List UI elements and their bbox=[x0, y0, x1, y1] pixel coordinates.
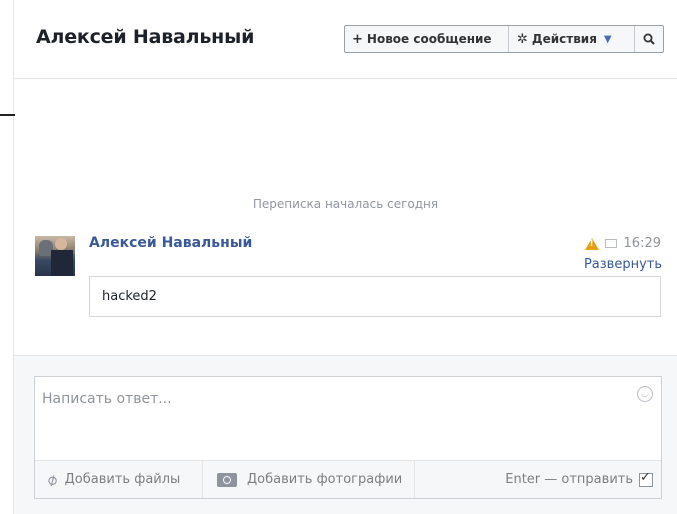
conversation-start-notice: Переписка началась сегодня bbox=[252, 197, 439, 211]
reply-input[interactable] bbox=[42, 387, 602, 411]
conversation-title: Алексей Навальный bbox=[36, 26, 255, 48]
smiley-icon[interactable]: ◡ bbox=[637, 386, 653, 402]
add-photos-button[interactable]: Добавить фотографии bbox=[203, 461, 415, 498]
warning-icon[interactable] bbox=[584, 237, 599, 250]
add-files-button[interactable]: ⌀ Добавить файлы bbox=[35, 461, 203, 498]
new-message-button[interactable]: + Новое сообщение bbox=[345, 26, 509, 52]
message-bubble: hacked2 bbox=[89, 276, 661, 317]
paperclip-icon: ⌀ bbox=[42, 468, 61, 491]
search-button[interactable] bbox=[635, 26, 663, 52]
envelope-icon[interactable] bbox=[604, 239, 617, 248]
camera-icon bbox=[217, 472, 237, 487]
gear-icon: ✲ bbox=[517, 31, 528, 47]
message-meta: 16:29 bbox=[584, 236, 661, 251]
enter-to-send-toggle[interactable]: Enter — отправить bbox=[415, 461, 661, 498]
expand-link[interactable]: Развернуть bbox=[584, 257, 662, 272]
checkbox-icon[interactable] bbox=[639, 470, 653, 487]
message-sender-name[interactable]: Алексей Навальный bbox=[89, 235, 252, 251]
composer-toolbar: ⌀ Добавить файлы Добавить фотографии Ent… bbox=[35, 460, 661, 498]
search-icon bbox=[643, 33, 655, 45]
reply-composer: ◡ ⌀ Добавить файлы Добавить фотографии E… bbox=[34, 376, 662, 499]
new-message-label: Новое сообщение bbox=[366, 32, 492, 46]
message-text: hacked2 bbox=[102, 289, 157, 304]
messenger-window: Алексей Навальный + Новое сообщение ✲ Де… bbox=[0, 0, 677, 514]
conversation-header: Алексей Навальный + Новое сообщение ✲ Де… bbox=[14, 0, 677, 79]
header-toolbar: + Новое сообщение ✲ Действия ▼ bbox=[344, 25, 664, 53]
message-time: 16:29 bbox=[623, 236, 661, 251]
plus-icon: + bbox=[352, 31, 363, 47]
add-files-label: Добавить файлы bbox=[64, 472, 181, 487]
add-photos-label: Добавить фотографии bbox=[247, 472, 403, 487]
enter-send-label: Enter — отправить bbox=[505, 472, 633, 487]
actions-dropdown[interactable]: ✲ Действия ▼ bbox=[509, 26, 635, 52]
edge-marker bbox=[0, 114, 15, 116]
sender-avatar[interactable] bbox=[35, 236, 75, 276]
actions-label: Действия bbox=[531, 32, 597, 46]
chevron-down-icon: ▼ bbox=[603, 33, 612, 45]
